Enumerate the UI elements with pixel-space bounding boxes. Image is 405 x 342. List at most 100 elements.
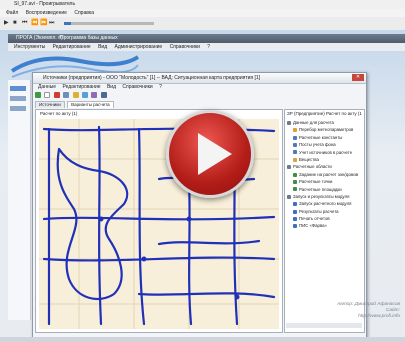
app-menu-item[interactable]: Администрирование [115,44,163,50]
tree-node-icon[interactable] [10,106,26,111]
save-icon[interactable] [100,92,107,98]
tab-sources[interactable]: Источники [35,101,65,108]
rewind-icon[interactable]: ⏪ [31,20,38,26]
tree-item-label: Результаты расчета [299,208,339,214]
new-icon[interactable] [44,92,51,98]
tree-item-label: Задание на расчет зон/домов [299,171,359,177]
tree-item[interactable]: ПИС «Фарва» [286,223,362,230]
tree-item[interactable]: Учет источников в расчете [286,150,362,157]
close-icon[interactable]: ✕ [352,74,364,81]
player-transport: ▶ ■ ⏮ ⏪ ⏩ ⏭ [0,17,405,31]
horizontal-scrollbar[interactable] [286,323,362,328]
play-icon[interactable]: ▶ [4,20,10,26]
calc-tree-panel: ЗР (Предприятие) Расчет по акту (1) Данн… [284,109,365,333]
refresh-icon[interactable] [81,92,88,98]
folder-icon [287,120,291,125]
delete-icon[interactable] [53,92,60,98]
confirm-icon[interactable] [35,92,41,98]
dialog-menubar: Данные Редактирование Вид Справочники ? [33,84,366,91]
sources-icon [293,150,297,155]
tree-item-label: Запуск и результаты модуля [293,193,350,199]
tree-item[interactable]: Данные для расчета [286,120,362,127]
play-button-icon[interactable] [166,110,254,198]
stop-icon[interactable]: ■ [13,20,19,26]
app-menu-item[interactable]: Справочники [170,44,200,50]
dialog-tabs: Источники Варианты расчета [35,101,115,108]
area-icon [293,187,297,192]
tree-item[interactable]: Расчетные константы [286,135,362,142]
app-menu-item[interactable]: Редактирование [53,44,91,50]
map-title: Расчет по акту (1) [40,111,78,116]
app-menu-item[interactable]: Вид [98,44,107,50]
next-icon[interactable]: ⏭ [49,20,55,26]
weather-icon [293,128,297,133]
edit-icon[interactable] [72,92,79,98]
run-icon [293,202,297,207]
tree-node-icon[interactable] [10,96,26,101]
seek-slider[interactable] [64,22,154,25]
tab-calc-variants[interactable]: Варианты расчета [67,101,114,108]
results-icon [293,209,297,214]
tree-item[interactable]: Посты учета фона [286,142,362,149]
tree-item[interactable]: Расчетные области [286,164,362,171]
tree-node-icon[interactable] [10,86,26,91]
app-menubar: Инструменты Редактирование Вид Администр… [8,43,405,51]
watermark-url: http://www.profi.info [358,314,400,319]
app-menu-item[interactable]: ? [207,44,210,50]
tree-item-label: Посты учета фона [299,142,336,148]
app-titlebar: ПРОГА (Экземпл. #) Программа базы данных [8,34,405,43]
folder-icon [287,194,291,199]
author-watermark: Автор: Дмитрий Афанасов Сайт: http://www… [300,302,400,320]
print-icon [293,216,297,221]
folder-icon [287,165,291,170]
forward-icon[interactable]: ⏩ [40,20,47,26]
status-bar [0,337,405,342]
tree-item-label: Печать отчетов [299,216,330,222]
substance-icon [293,157,297,162]
tree-item[interactable]: Расчетные площадки [286,187,362,194]
tree-item[interactable]: Расчетные точки [286,179,362,186]
app-left-panel [8,80,31,320]
tree-item[interactable]: Запуск расчетного модуля [286,201,362,208]
dialog-menu-item[interactable]: Вид [107,84,116,90]
tree-item[interactable]: Вещества [286,157,362,164]
dialog-menu-item[interactable]: ? [159,84,162,90]
tree-item-label: Вещества [299,156,319,162]
app-menu-item[interactable]: Инструменты [14,44,45,50]
tree-item[interactable]: Результаты расчета [286,209,362,216]
dialog-titlebar: Источники (предприятия) - ООО "Молодость… [33,73,366,84]
tree-item-label: Расчетные точки [299,179,333,185]
tree-item[interactable]: Задание на расчет зон/домов [286,172,362,179]
dialog-menu-item[interactable]: Справочники [122,84,152,90]
dialog-title: Источники (предприятия) - ООО "Молодость… [43,75,261,81]
play-triangle-icon [198,133,232,175]
player-menu-file[interactable]: Файл [6,10,18,16]
constants-icon [293,135,297,140]
gis-icon [293,224,297,229]
copy-icon[interactable] [63,92,70,98]
tree-item[interactable]: Запуск и результаты модуля [286,194,362,201]
points-icon [293,179,297,184]
calc-tree-header: ЗР (Предприятие) Расчет по акту (1) [287,111,362,116]
dialog-menu-item[interactable]: Редактирование [62,84,100,90]
dialog-menu-item[interactable]: Данные [38,84,56,90]
player-menu-playback[interactable]: Воспроизведение [26,10,67,16]
tree-item-label: Перебор метеопараметров [299,127,354,133]
prev-icon[interactable]: ⏮ [22,20,28,26]
tree-item[interactable]: Перебор метеопараметров [286,127,362,134]
app-title-left: ПРОГА (Экземпл. #) [16,35,63,41]
tree-item[interactable]: Печать отчетов [286,216,362,223]
player-menu-help[interactable]: Справка [74,10,94,16]
filter-icon[interactable] [91,92,98,98]
tree-item-label: ПИС «Фарва» [299,223,327,229]
calc-tree: Данные для расчета Перебор метеопараметро… [286,120,362,231]
seek-fill [64,22,72,25]
tree-item-label: Расчетные константы [299,134,343,140]
player-title: SI_97.avi - Проигрыватель [14,1,76,7]
tree-item-label: Учет источников в расчете [299,149,353,155]
tree-item-label: Расчетные области [293,164,332,170]
app-title-mid: Программа базы данных [60,35,118,41]
zone-icon [293,172,297,177]
dialog-toolbar [35,92,155,100]
post-icon [293,143,297,148]
